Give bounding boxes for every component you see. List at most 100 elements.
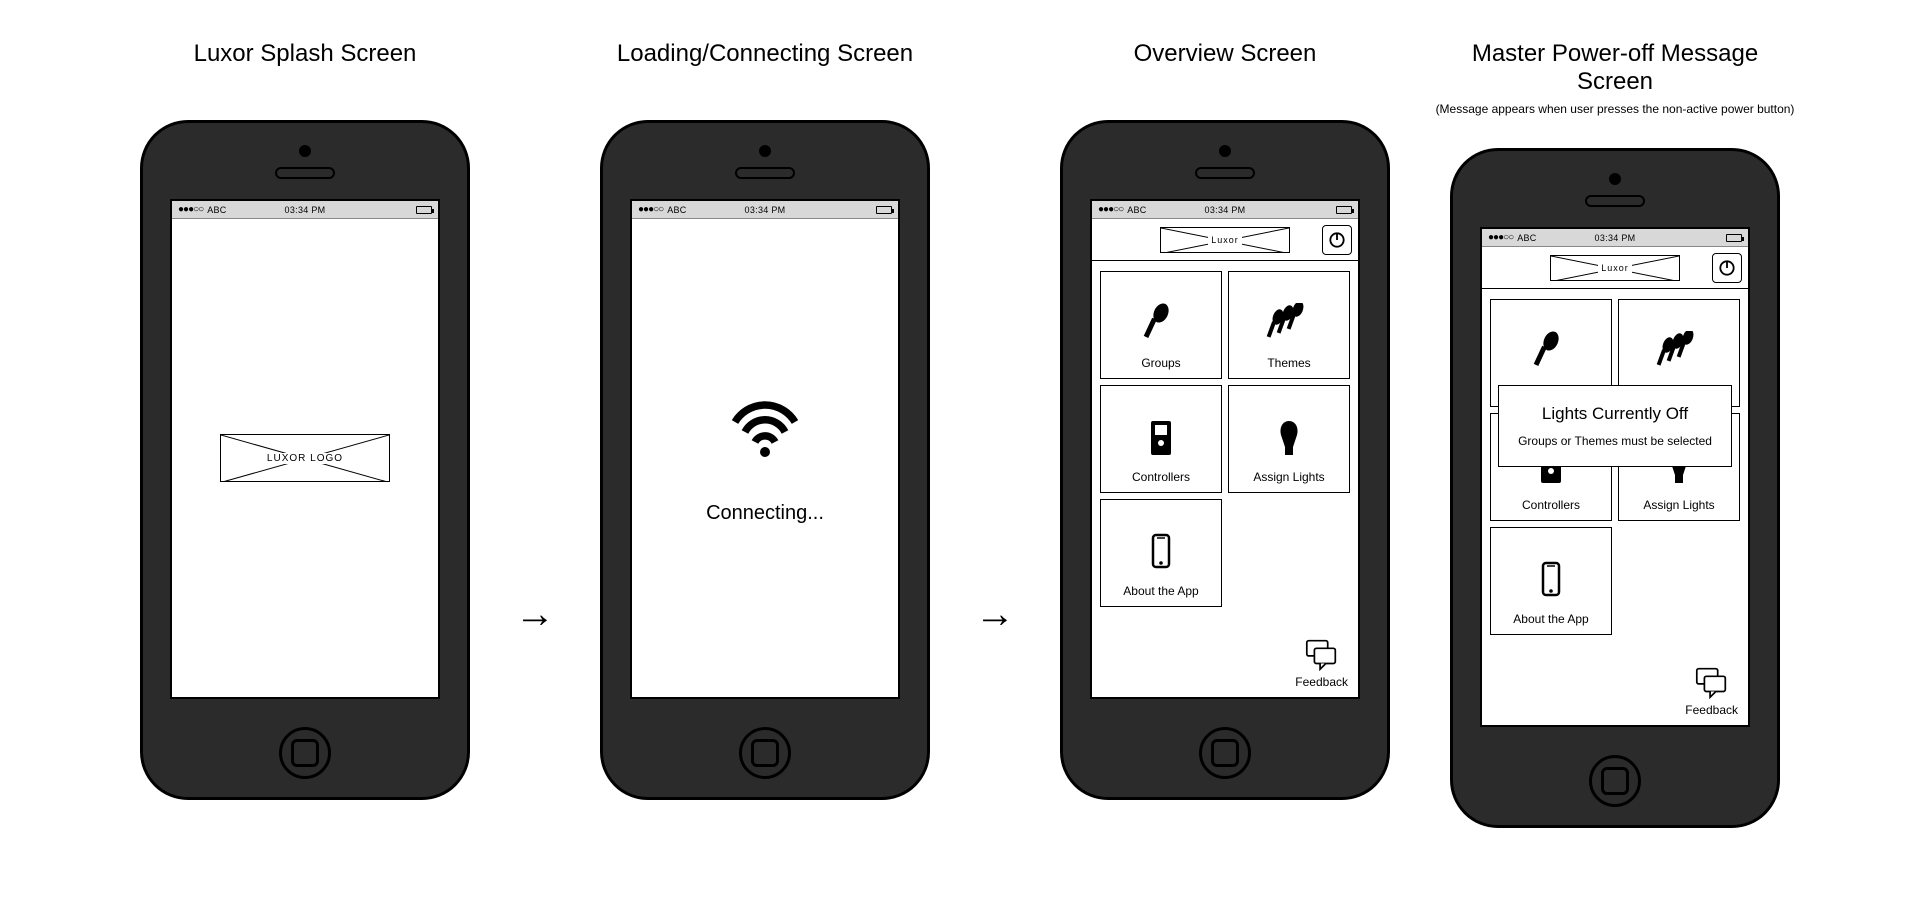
signal-icon: ●●●○○ xyxy=(638,204,663,215)
battery-icon xyxy=(1336,206,1352,214)
controller-icon xyxy=(1141,414,1181,464)
phone-frame: ●●●○○ ABC 03:34 PM LUXOR LOGO xyxy=(140,120,470,800)
tile-label: About the App xyxy=(1123,584,1198,598)
bulb-icon xyxy=(1269,414,1309,464)
splash-screen: ●●●○○ ABC 03:34 PM LUXOR LOGO xyxy=(170,199,440,699)
power-button[interactable] xyxy=(1322,225,1352,255)
tile-label: Groups xyxy=(1141,356,1180,370)
phone-camera xyxy=(1609,173,1621,185)
poweroff-column: Master Power-off Message Screen (Message… xyxy=(1435,40,1795,828)
signal-icon: ●●●○○ xyxy=(1488,232,1513,243)
signal-icon: ●●●○○ xyxy=(1098,204,1123,215)
tile-about[interactable]: About the App xyxy=(1100,499,1222,607)
status-bar: ●●●○○ ABC 03:34 PM xyxy=(1092,201,1358,219)
phone-home-button xyxy=(1199,727,1251,779)
phone-home-button xyxy=(279,727,331,779)
tile-label: About the App xyxy=(1513,612,1588,626)
tile-themes[interactable]: Themes xyxy=(1228,271,1350,379)
carrier-label: ABC xyxy=(207,205,226,215)
tile-label: Controllers xyxy=(1522,498,1580,512)
feedback-label: Feedback xyxy=(1685,703,1738,717)
splash-column: Luxor Splash Screen ●●●○○ ABC 03:34 PM LU… xyxy=(125,40,485,800)
phone-earpiece xyxy=(1195,167,1255,179)
tile-controllers[interactable]: Controllers xyxy=(1100,385,1222,493)
phone-frame: ●●●○○ABC 03:34 PM Luxor Groups Themes xyxy=(1450,148,1780,828)
header-logo-placeholder: Luxor xyxy=(1160,227,1290,253)
app-header: Luxor xyxy=(1092,219,1358,261)
header-logo-label: Luxor xyxy=(1208,235,1242,245)
connecting-label: Connecting... xyxy=(706,502,824,525)
spotlights-icon xyxy=(1654,328,1704,378)
status-bar: ●●●○○ ABC 03:34 PM xyxy=(1482,229,1748,247)
header-logo-label: Luxor xyxy=(1598,263,1632,273)
phone-camera xyxy=(759,145,771,157)
status-bar: ●●●○○ ABC 03:34 PM xyxy=(172,201,438,219)
phone-home-button xyxy=(739,727,791,779)
modal-body: Groups or Themes must be selected xyxy=(1511,434,1719,448)
poweroff-modal[interactable]: Lights Currently Off Groups or Themes mu… xyxy=(1498,385,1732,467)
tile-label: Controllers xyxy=(1132,470,1190,484)
power-button[interactable] xyxy=(1712,253,1742,283)
status-time: 03:34 PM xyxy=(285,205,326,215)
status-bar: ●●●○○ ABC 03:34 PM xyxy=(632,201,898,219)
phone-camera xyxy=(1219,145,1231,157)
overview-column: Overview Screen ●●●○○ ABC 03:34 PM Luxor xyxy=(1045,40,1405,800)
phone-home-button xyxy=(1589,755,1641,807)
spotlight-icon xyxy=(1141,300,1181,350)
spotlight-icon xyxy=(1531,328,1571,378)
connecting-column: Loading/Connecting Screen ●●●○○ ABC 03:34… xyxy=(585,40,945,800)
battery-icon xyxy=(876,206,892,214)
wireframe-flow-row: Luxor Splash Screen ●●●○○ ABC 03:34 PM LU… xyxy=(20,40,1900,828)
tile-label: Themes xyxy=(1267,356,1310,370)
status-time: 03:34 PM xyxy=(745,205,786,215)
phone-frame: ●●●○○ ABC 03:34 PM Connecting... xyxy=(600,120,930,800)
signal-icon: ●●●○○ xyxy=(178,204,203,215)
tile-about[interactable]: About the App xyxy=(1490,527,1612,635)
header-logo-placeholder: Luxor xyxy=(1550,255,1680,281)
connecting-body: Connecting... xyxy=(632,219,898,697)
wifi-icon xyxy=(725,392,805,462)
tile-label: Assign Lights xyxy=(1643,498,1714,512)
phone-icon xyxy=(1141,528,1181,578)
carrier-label: ABC xyxy=(1517,233,1536,243)
status-time: 03:34 PM xyxy=(1205,205,1246,215)
phone-earpiece xyxy=(735,167,795,179)
carrier-label: ABC xyxy=(667,205,686,215)
poweroff-title: Master Power-off Message Screen xyxy=(1435,40,1795,96)
feedback-button[interactable]: Feedback xyxy=(1685,663,1738,717)
connecting-title: Loading/Connecting Screen xyxy=(617,40,913,68)
overview-title: Overview Screen xyxy=(1134,40,1317,68)
overview-grid: Groups Themes Controllers Assign Lights … xyxy=(1482,289,1748,725)
flow-arrow-icon: → xyxy=(515,592,555,637)
overview-grid: Groups Themes Controllers Assign Lights … xyxy=(1092,261,1358,697)
poweroff-subtitle: (Message appears when user presses the n… xyxy=(1436,102,1795,118)
splash-title: Luxor Splash Screen xyxy=(194,40,417,68)
tile-label: Assign Lights xyxy=(1253,470,1324,484)
tile-assign-lights[interactable]: Assign Lights xyxy=(1228,385,1350,493)
connecting-screen: ●●●○○ ABC 03:34 PM Connecting... xyxy=(630,199,900,699)
tile-groups[interactable]: Groups xyxy=(1100,271,1222,379)
feedback-label: Feedback xyxy=(1295,675,1348,689)
status-time: 03:34 PM xyxy=(1595,233,1636,243)
feedback-icon xyxy=(1693,663,1731,701)
spotlights-icon xyxy=(1264,300,1314,350)
battery-icon xyxy=(1726,234,1742,242)
modal-title: Lights Currently Off xyxy=(1511,404,1719,424)
app-header: Luxor xyxy=(1482,247,1748,289)
phone-earpiece xyxy=(1585,195,1645,207)
power-icon xyxy=(1717,258,1737,278)
battery-icon xyxy=(416,206,432,214)
luxor-logo-placeholder: LUXOR LOGO xyxy=(220,434,390,482)
power-icon xyxy=(1327,230,1347,250)
phone-earpiece xyxy=(275,167,335,179)
phone-camera xyxy=(299,145,311,157)
poweroff-screen: ●●●○○ABC 03:34 PM Luxor Groups Themes xyxy=(1480,227,1750,727)
splash-body: LUXOR LOGO xyxy=(172,219,438,697)
feedback-button[interactable]: Feedback xyxy=(1295,635,1348,689)
phone-frame: ●●●○○ ABC 03:34 PM Luxor Groups Themes xyxy=(1060,120,1390,800)
phone-icon xyxy=(1531,556,1571,606)
carrier-label: ABC xyxy=(1127,205,1146,215)
flow-arrow-icon: → xyxy=(975,592,1015,637)
overview-screen: ●●●○○ ABC 03:34 PM Luxor Groups Themes xyxy=(1090,199,1360,699)
feedback-icon xyxy=(1303,635,1341,673)
